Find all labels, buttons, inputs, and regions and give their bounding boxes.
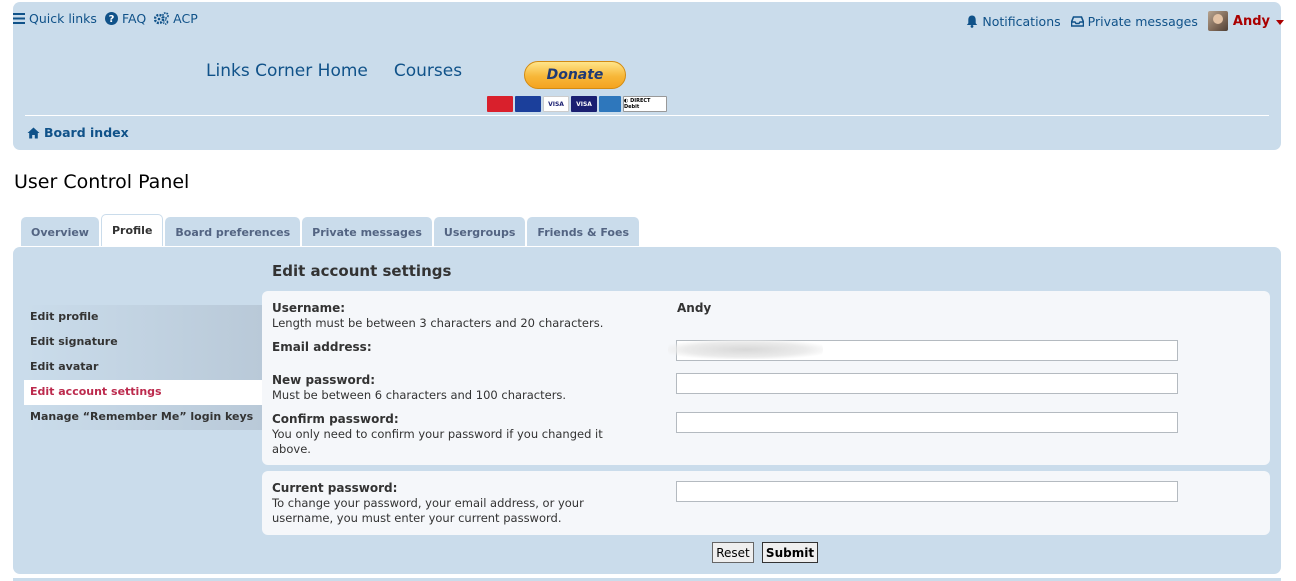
svg-text:?: ? <box>109 14 115 25</box>
donate-button[interactable]: Donate <box>524 61 626 89</box>
menu-item-edit-account-settings[interactable]: Edit account settings <box>24 380 262 405</box>
nav-top-right: Notifications Private messages Andy <box>966 11 1284 31</box>
page-title: User Control Panel <box>14 171 190 193</box>
menu-icon <box>13 13 25 24</box>
current-password-explain: To change your password, your email addr… <box>272 496 584 525</box>
current-password-field[interactable] <box>676 481 1178 502</box>
confirm-password-field[interactable] <box>676 412 1178 433</box>
courses-link[interactable]: Courses <box>394 61 462 81</box>
direct-debit-icon: ◐ DIRECT Debit <box>623 96 667 112</box>
email-label: Email address: <box>272 340 372 354</box>
user-menu[interactable]: Andy <box>1233 14 1284 29</box>
mastercard-icon <box>487 96 513 112</box>
avatar[interactable] <box>1207 11 1228 31</box>
notifications-link[interactable]: Notifications <box>966 13 1061 29</box>
submit-button[interactable]: Submit <box>762 542 818 563</box>
username-label: Username: <box>272 301 346 315</box>
bell-icon <box>966 15 978 28</box>
payment-cards: VISA VISA ◐ DIRECT Debit <box>487 96 667 112</box>
tab-overview[interactable]: Overview <box>21 217 99 246</box>
breadcrumb[interactable]: Board index <box>27 125 129 140</box>
tab-usergroups[interactable]: Usergroups <box>433 217 526 246</box>
quick-links-label: Quick links <box>29 11 97 26</box>
new-password-field[interactable] <box>676 373 1178 394</box>
amex-icon <box>599 96 621 112</box>
home-icon <box>27 127 40 139</box>
tab-private-messages[interactable]: Private messages <box>302 217 432 246</box>
question-circle-icon: ? <box>104 12 118 25</box>
section-title: Edit account settings <box>272 262 452 280</box>
faq-label: FAQ <box>121 11 147 26</box>
private-messages-link[interactable]: Private messages <box>1070 13 1198 29</box>
notifications-label: Notifications <box>982 13 1061 29</box>
private-messages-label: Private messages <box>1087 13 1198 29</box>
tab-friends-foes[interactable]: Friends & Foes <box>527 217 639 246</box>
username-explain: Length must be between 3 characters and … <box>272 316 604 330</box>
reset-button[interactable]: Reset <box>712 542 754 563</box>
links-corner-home-link[interactable]: Links Corner Home <box>206 61 368 81</box>
visa-icon: VISA <box>543 96 569 112</box>
board-index-link: Board index <box>44 125 129 140</box>
acp-label: ACP <box>173 11 198 26</box>
nav-top-left: Quick links ? FAQ ACP <box>13 11 206 26</box>
caret-down-icon <box>1276 19 1284 25</box>
acp-link[interactable]: ACP <box>154 11 198 26</box>
ucp-tabs: Overview Profile Board preferences Priva… <box>21 214 641 246</box>
faq-link[interactable]: ? FAQ <box>104 11 147 26</box>
confirm-password-label: Confirm password: <box>272 412 399 426</box>
current-password-label: Current password: <box>272 481 398 495</box>
new-password-explain: Must be between 6 characters and 100 cha… <box>272 388 567 402</box>
tab-board-preferences[interactable]: Board preferences <box>165 217 301 246</box>
inbox-icon <box>1070 15 1084 27</box>
site-links: Links Corner Home Courses <box>206 61 488 81</box>
visa-electron-icon: VISA <box>571 96 597 112</box>
username-value: Andy <box>677 301 712 315</box>
menu-item-edit-profile[interactable]: Edit profile <box>24 305 262 330</box>
menu-item-edit-signature[interactable]: Edit signature <box>24 330 262 355</box>
menu-item-edit-avatar[interactable]: Edit avatar <box>24 355 262 380</box>
ucp-side-menu: Edit profile Edit signature Edit avatar … <box>24 305 262 430</box>
cogs-icon <box>154 12 170 25</box>
new-password-label: New password: <box>272 373 376 387</box>
username-label: Andy <box>1232 13 1270 29</box>
menu-item-remember-me-keys[interactable]: Manage “Remember Me” login keys <box>24 405 262 430</box>
quick-links-link[interactable]: Quick links <box>13 11 97 26</box>
email-redaction <box>668 340 823 359</box>
confirm-password-explain: You only need to confirm your password i… <box>272 427 603 456</box>
maestro-icon <box>515 96 541 112</box>
header-divider <box>25 115 1269 116</box>
tab-profile[interactable]: Profile <box>100 214 164 246</box>
